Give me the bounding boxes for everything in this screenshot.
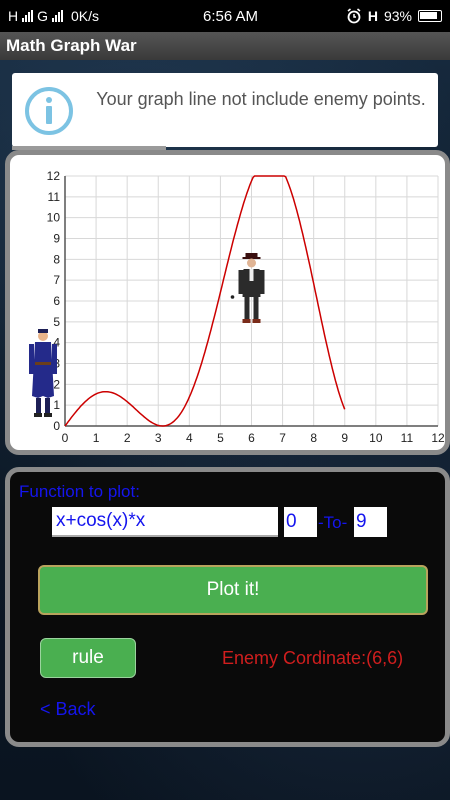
info-message-box: Your graph line not include enemy points…	[12, 73, 438, 147]
control-panel: Function to plot: -To- Plot it! rule Ene…	[5, 467, 450, 747]
range-to-label: -To-	[318, 513, 348, 532]
x-tick-label: 3	[155, 431, 162, 445]
clock: 6:56 AM	[203, 7, 259, 25]
app-title-bar: Math Graph War	[0, 32, 450, 60]
x-tick-label: 6	[248, 431, 255, 445]
y-tick-label: 1	[53, 398, 60, 412]
y-tick-label: 6	[53, 294, 60, 308]
y-tick-label: 5	[53, 315, 60, 329]
status-right: H 93%	[346, 8, 442, 24]
range-from-input[interactable]	[284, 507, 317, 537]
rule-button[interactable]: rule	[40, 638, 136, 678]
x-tick-label: 1	[93, 431, 100, 445]
graph-panel: 01234567891011120123456789101112	[5, 150, 450, 455]
x-tick-label: 8	[310, 431, 317, 445]
plot-button[interactable]: Plot it!	[38, 565, 428, 615]
x-tick-label: 12	[431, 431, 445, 445]
y-tick-label: 7	[53, 273, 60, 287]
x-tick-label: 11	[401, 431, 414, 445]
network-type-label: H	[8, 8, 19, 24]
back-link[interactable]: < Back	[40, 699, 96, 720]
y-tick-label: 10	[47, 211, 61, 225]
info-message: Your graph line not include enemy points…	[96, 89, 426, 109]
y-tick-label: 12	[47, 169, 61, 183]
function-label: Function to plot:	[19, 482, 140, 501]
battery-icon	[418, 10, 442, 22]
y-tick-label: 2	[53, 377, 60, 391]
graph-chart: 01234567891011120123456789101112	[29, 169, 445, 445]
info-icon	[25, 87, 73, 135]
network-h-label: H	[367, 8, 378, 24]
range-to-input[interactable]	[354, 507, 387, 537]
x-tick-label: 10	[369, 431, 383, 445]
x-tick-label: 2	[124, 431, 131, 445]
status-bar: H G 0K/s 6:56 AM H 93%	[0, 0, 450, 32]
x-tick-label: 9	[341, 431, 348, 445]
function-input[interactable]	[52, 507, 278, 537]
y-tick-label: 9	[53, 232, 60, 246]
battery-percent: 93%	[383, 8, 412, 24]
y-tick-label: 0	[53, 419, 60, 433]
y-tick-label: 8	[53, 252, 60, 266]
alarm-icon	[347, 8, 361, 24]
data-speed: 0K/s	[71, 8, 100, 24]
x-tick-label: 7	[279, 431, 286, 445]
app-title: Math Graph War	[6, 36, 137, 55]
x-tick-label: 4	[186, 431, 193, 445]
network-type-label-2: G	[37, 8, 49, 24]
signal-bars-icon-2	[52, 10, 64, 22]
y-tick-label: 11	[48, 190, 61, 204]
x-tick-label: 0	[62, 431, 69, 445]
enemy-gangster-icon	[230, 253, 265, 323]
enemy-coordinate-label: Enemy Cordinate:(6,6)	[222, 648, 404, 668]
x-tick-label: 5	[217, 431, 224, 445]
signal-bars-icon	[22, 10, 34, 22]
status-left: H G 0K/s	[8, 8, 178, 24]
